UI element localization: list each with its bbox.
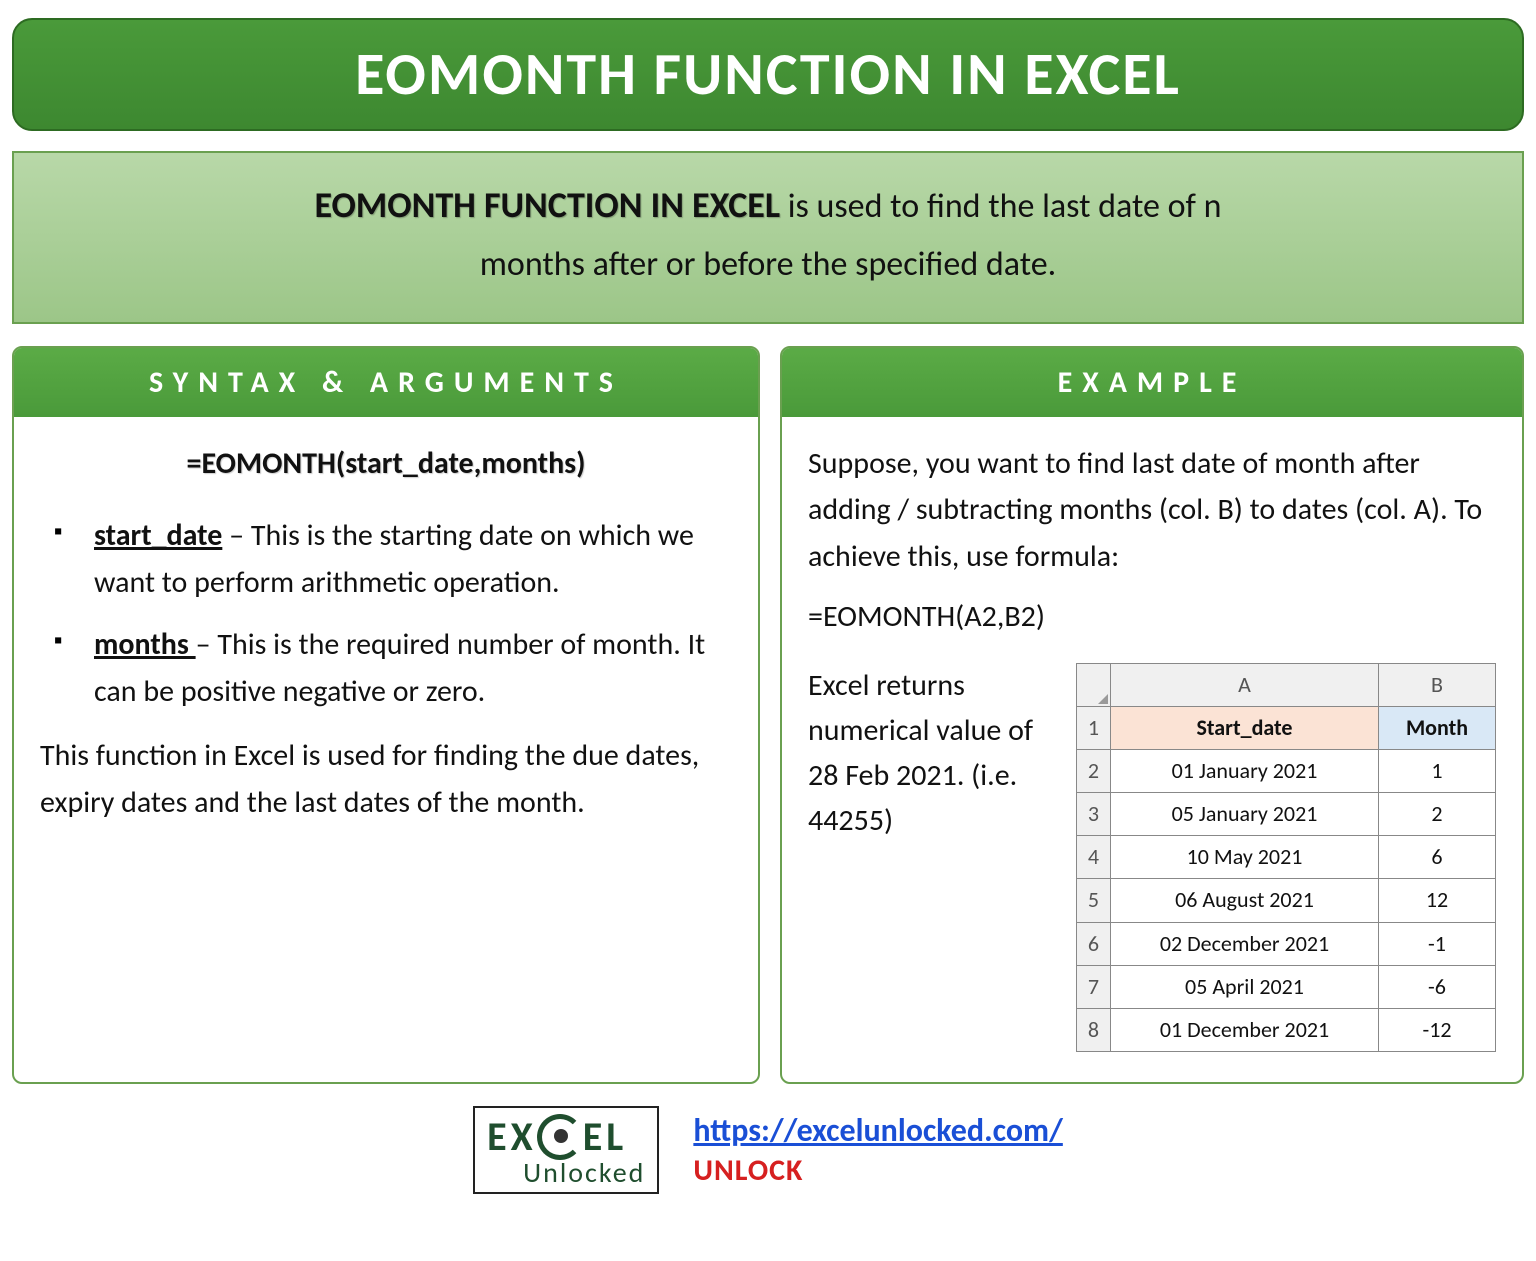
col-a-header: A xyxy=(1111,663,1379,706)
logo-text: EXEL Unlocked xyxy=(487,1114,645,1187)
logo-bottom: Unlocked xyxy=(523,1160,645,1187)
table-row: 305 January 20212 xyxy=(1077,793,1496,836)
intro-box: EOMONTH FUNCTION IN EXCEL is used to fin… xyxy=(12,151,1524,324)
example-header: EXAMPLE xyxy=(782,348,1522,417)
table-row: 1 Start_date Month xyxy=(1077,707,1496,750)
syntax-card: SYNTAX & ARGUMENTS =EOMONTH(start_date,m… xyxy=(12,346,760,1084)
col-b-header: B xyxy=(1379,663,1496,706)
corner-cell xyxy=(1077,663,1111,706)
cell-b: -12 xyxy=(1379,1008,1496,1051)
example-card: EXAMPLE Suppose, you want to find last d… xyxy=(780,346,1524,1084)
row-num: 1 xyxy=(1077,707,1111,750)
arg-name: months xyxy=(94,626,196,663)
example-formula: =EOMONTH(A2,B2) xyxy=(808,594,1496,641)
table-row: 201 January 20211 xyxy=(1077,750,1496,793)
excel-table: A B 1 Start_date Month 201 January 20211… xyxy=(1076,663,1496,1052)
cell-b: 6 xyxy=(1379,836,1496,879)
row-num: 5 xyxy=(1077,879,1111,922)
intro-rest1: is used to find the last date of n xyxy=(780,186,1221,227)
arg-name: start_date xyxy=(94,517,222,554)
example-row: Excel returns numerical value of 28 Feb … xyxy=(808,663,1496,1052)
footer-links: https://excelunlocked.com/ UNLOCK xyxy=(693,1111,1062,1189)
cell-b: 12 xyxy=(1379,879,1496,922)
intro-lead: EOMONTH FUNCTION IN EXCEL xyxy=(315,183,781,227)
syntax-body: =EOMONTH(start_date,months) start_date –… xyxy=(14,417,758,857)
intro-rest2: months after or before the specified dat… xyxy=(480,244,1056,285)
cell-a: 05 April 2021 xyxy=(1111,965,1379,1008)
arg-item: start_date – This is the starting date o… xyxy=(48,513,732,606)
table-row: 705 April 2021-6 xyxy=(1077,965,1496,1008)
table-row: 602 December 2021-1 xyxy=(1077,922,1496,965)
cell-a: 10 May 2021 xyxy=(1111,836,1379,879)
example-para: Suppose, you want to find last date of m… xyxy=(808,441,1496,581)
logo: EXEL Unlocked xyxy=(473,1106,659,1195)
header-a: Start_date xyxy=(1111,707,1379,750)
table-row: 410 May 20216 xyxy=(1077,836,1496,879)
table-row: 506 August 202112 xyxy=(1077,879,1496,922)
lock-icon xyxy=(537,1114,583,1160)
cell-b: -6 xyxy=(1379,965,1496,1008)
arg-item: months – This is the required number of … xyxy=(48,622,732,715)
cell-b: -1 xyxy=(1379,922,1496,965)
row-num: 3 xyxy=(1077,793,1111,836)
cell-a: 01 January 2021 xyxy=(1111,750,1379,793)
footer: EXEL Unlocked https://excelunlocked.com/… xyxy=(12,1106,1524,1195)
excel-table-wrap: A B 1 Start_date Month 201 January 20211… xyxy=(1076,663,1496,1052)
footer-url[interactable]: https://excelunlocked.com/ xyxy=(693,1111,1062,1150)
row-num: 4 xyxy=(1077,836,1111,879)
footer-unlock: UNLOCK xyxy=(693,1152,1062,1189)
row-num: 8 xyxy=(1077,1008,1111,1051)
cell-b: 2 xyxy=(1379,793,1496,836)
cell-a: 05 January 2021 xyxy=(1111,793,1379,836)
cell-a: 06 August 2021 xyxy=(1111,879,1379,922)
table-row: A B xyxy=(1077,663,1496,706)
args-list: start_date – This is the starting date o… xyxy=(40,513,732,715)
logo-top: EXEL xyxy=(487,1114,645,1160)
row-num: 2 xyxy=(1077,750,1111,793)
row-num: 7 xyxy=(1077,965,1111,1008)
page-title: EOMONTH FUNCTION IN EXCEL xyxy=(44,38,1492,111)
header-b: Month xyxy=(1379,707,1496,750)
cell-b: 1 xyxy=(1379,750,1496,793)
row-num: 6 xyxy=(1077,922,1111,965)
syntax-formula: =EOMONTH(start_date,months) xyxy=(40,441,732,488)
title-bar: EOMONTH FUNCTION IN EXCEL xyxy=(12,18,1524,131)
syntax-header: SYNTAX & ARGUMENTS xyxy=(14,348,758,417)
cell-a: 02 December 2021 xyxy=(1111,922,1379,965)
example-body: Suppose, you want to find last date of m… xyxy=(782,417,1522,1082)
syntax-note: This function in Excel is used for findi… xyxy=(40,733,732,826)
example-result: Excel returns numerical value of 28 Feb … xyxy=(808,663,1058,843)
columns: SYNTAX & ARGUMENTS =EOMONTH(start_date,m… xyxy=(12,346,1524,1084)
table-row: 801 December 2021-12 xyxy=(1077,1008,1496,1051)
cell-a: 01 December 2021 xyxy=(1111,1008,1379,1051)
